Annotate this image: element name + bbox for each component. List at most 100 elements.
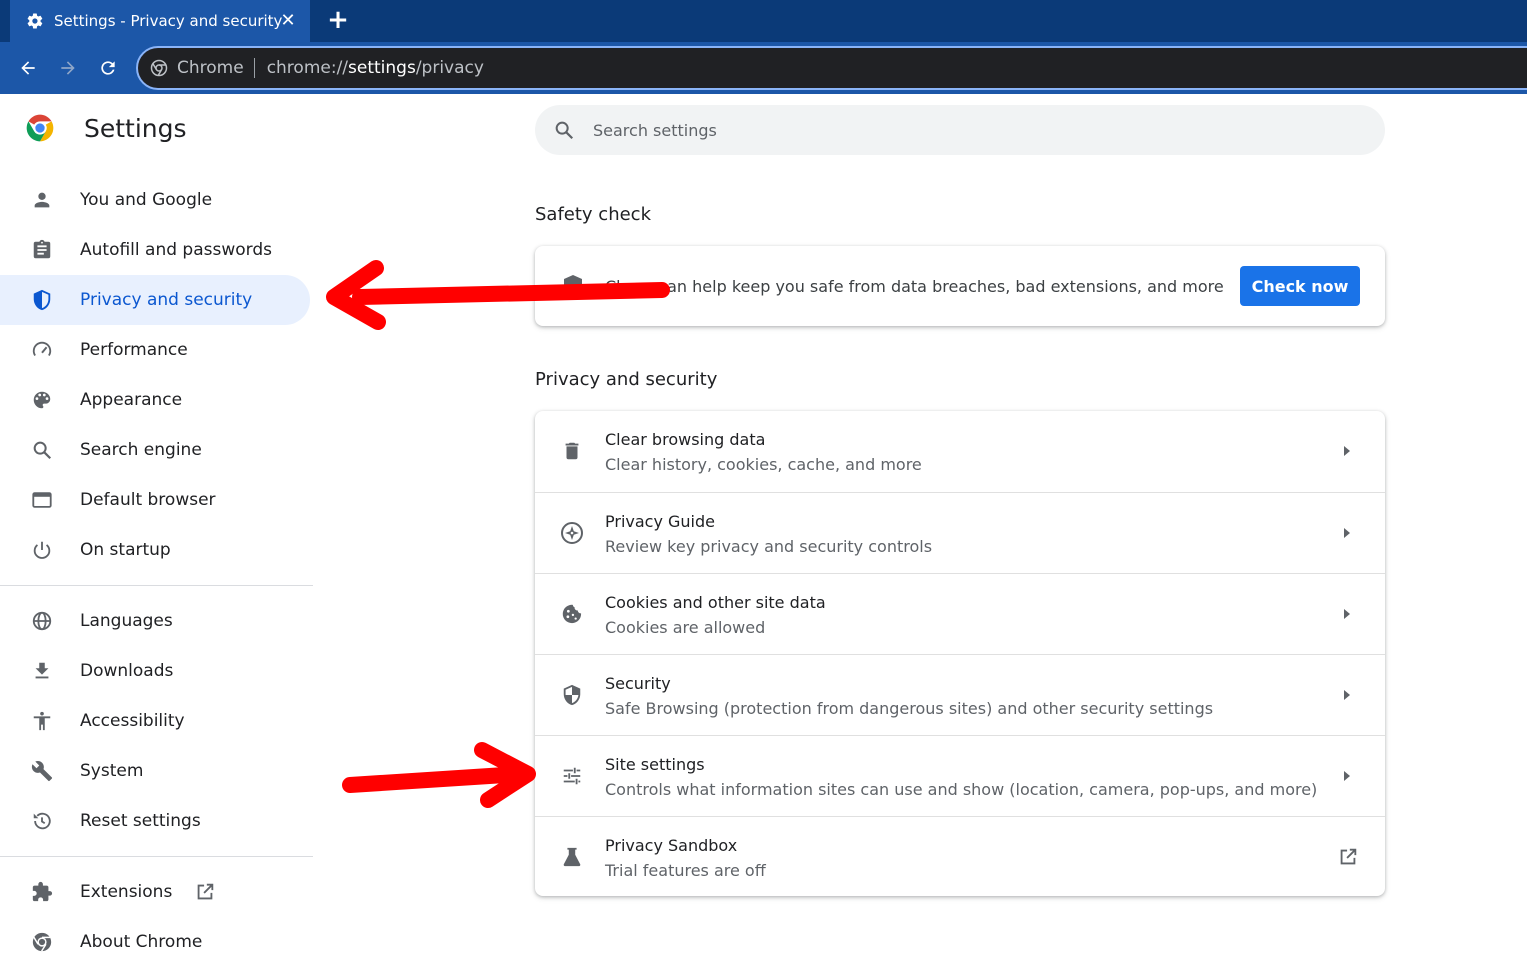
search-icon [553,119,575,141]
row-subtitle: Cookies are allowed [605,618,766,637]
sidebar-item-label: You and Google [80,190,213,210]
shield-icon [30,288,54,312]
search-icon [30,438,54,462]
address-bar[interactable]: Chrome chrome://settings/privacy [136,46,1527,90]
sidebar-item-accessibility[interactable]: Accessibility [0,696,310,746]
sidebar-item-label: Reset settings [80,811,201,831]
sidebar-item-on-startup[interactable]: On startup [0,525,310,575]
row-clear-browsing-data[interactable]: Clear browsing data Clear history, cooki… [535,411,1385,492]
safety-check-text: can help keep you safe from data breache… [658,276,1224,296]
sidebar-item-autofill[interactable]: Autofill and passwords [0,225,310,275]
tab-strip: Settings - Privacy and security ✕ + [0,0,1527,42]
external-link-icon[interactable] [1337,846,1359,868]
url-host: settings [348,58,416,78]
history-icon [30,809,54,833]
sidebar-item-extensions[interactable]: Extensions [0,867,310,917]
row-title: Cookies and other site data [605,593,826,612]
sidebar-item-label: On startup [80,540,171,560]
url-prefix: chrome:// [266,58,349,78]
sidebar-item-you-and-google[interactable]: You and Google [0,175,310,225]
sidebar-item-label: Appearance [80,390,183,410]
row-subtitle: Clear history, cookies, cache, and more [605,455,922,474]
row-cookies[interactable]: Cookies and other site data Cookies are … [535,573,1385,654]
row-security[interactable]: Security Safe Browsing (protection from … [535,654,1385,735]
row-title: Site settings [605,755,705,774]
download-icon [30,659,54,683]
sidebar-item-performance[interactable]: Performance [0,325,310,375]
sidebar-item-label: About Chrome [80,932,203,952]
sidebar-item-label: Downloads [80,661,174,681]
sliders-icon [560,764,584,788]
row-title: Security [605,674,671,693]
sidebar-divider [0,856,313,857]
person-icon [30,188,54,212]
reload-icon[interactable] [96,56,120,80]
sidebar-item-label: Languages [80,611,173,631]
chevron-right-icon [1339,604,1355,624]
power-icon [30,538,54,562]
sidebar-item-label: Autofill and passwords [80,240,272,260]
clipboard-icon [30,238,54,262]
sidebar-item-search-engine[interactable]: Search engine [0,425,310,475]
safety-check-prefix: Ch [605,276,627,296]
row-title: Privacy Guide [605,512,715,531]
chevron-right-icon [1339,523,1355,543]
chevron-right-icon [1339,766,1355,786]
row-subtitle: Controls what information sites can use … [605,780,1318,799]
search-settings-bar[interactable] [535,105,1385,155]
omnibox-separator [253,58,255,78]
sidebar-item-about-chrome[interactable]: About Chrome [0,917,310,967]
sidebar-item-languages[interactable]: Languages [0,596,310,646]
external-link-icon [194,881,216,903]
row-subtitle: Review key privacy and security controls [605,537,933,556]
chrome-site-icon [150,59,168,77]
search-input[interactable] [593,120,1293,140]
forward-arrow-icon[interactable] [56,56,80,80]
sidebar-item-privacy-and-security[interactable]: Privacy and security [0,275,310,325]
check-now-button[interactable]: Check now [1240,266,1360,306]
safety-check-card: Ch can help keep you safe from data breac… [535,246,1385,326]
puzzle-icon [30,880,54,904]
speedometer-icon [30,338,54,362]
privacy-section-heading: Privacy and security [535,369,718,390]
close-tab-icon[interactable]: ✕ [278,11,298,31]
chrome-icon [30,930,54,954]
row-subtitle: Trial features are off [605,861,766,880]
chrome-logo-icon [24,112,56,144]
row-privacy-guide[interactable]: Privacy Guide Review key privacy and sec… [535,492,1385,573]
back-arrow-icon[interactable] [16,56,40,80]
new-tab-button[interactable]: + [326,7,350,33]
row-subtitle: Safe Browsing (protection from dangerous… [605,699,1214,718]
browser-window-icon [30,488,54,512]
tab-settings[interactable]: Settings - Privacy and security ✕ [10,0,310,42]
compass-icon [560,521,584,545]
sidebar-item-reset-settings[interactable]: Reset settings [0,796,310,846]
sidebar-item-label: Accessibility [80,711,185,731]
chevron-right-icon [1339,685,1355,705]
sidebar-divider [0,585,313,586]
trash-icon [560,439,584,463]
sidebar-item-system[interactable]: System [0,746,310,796]
tab-title: Settings - Privacy and security [54,12,283,30]
page-title: Settings [84,113,187,143]
row-title: Privacy Sandbox [605,836,738,855]
cookie-icon [560,602,584,626]
row-site-settings[interactable]: Site settings Controls what information … [535,735,1385,816]
sidebar-item-label: Extensions [80,882,173,902]
globe-icon [30,609,54,633]
sidebar-item-default-browser[interactable]: Default browser [0,475,310,525]
flask-icon [560,845,584,869]
sidebar-item-label: System [80,761,144,781]
chevron-right-icon [1339,441,1355,461]
sidebar-item-downloads[interactable]: Downloads [0,646,310,696]
safety-shield-icon [561,274,585,298]
url-path: /privacy [415,58,484,78]
sidebar-item-appearance[interactable]: Appearance [0,375,310,425]
safety-check-description: Ch can help keep you safe from data breac… [605,277,1224,296]
url-text[interactable]: chrome://settings/privacy [267,58,484,78]
gear-icon [26,12,44,30]
privacy-settings-list: Clear browsing data Clear history, cooki… [535,411,1385,896]
row-privacy-sandbox[interactable]: Privacy Sandbox Trial features are off [535,816,1385,897]
security-shield-icon [560,683,584,707]
site-chip[interactable]: Chrome [177,58,244,78]
